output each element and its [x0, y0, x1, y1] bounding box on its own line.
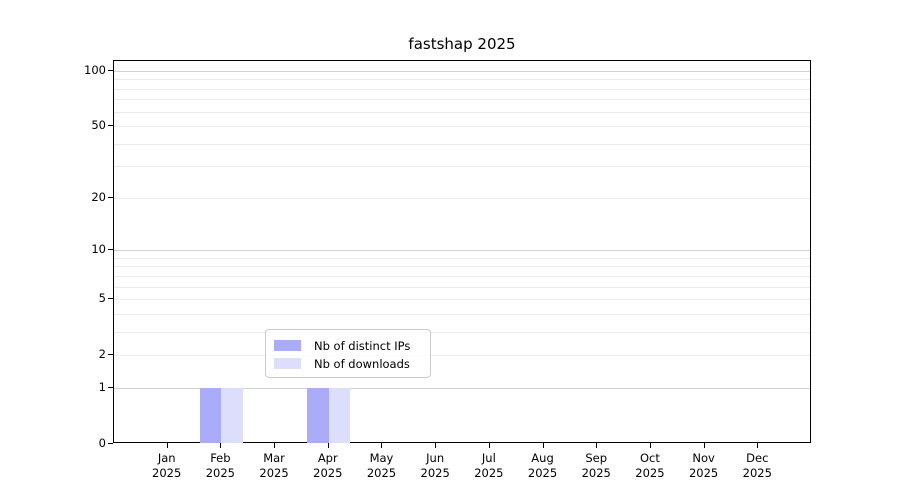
y-minor-gridline [114, 126, 810, 127]
y-minor-gridline [114, 144, 810, 145]
y-tick-label: 20 [40, 190, 106, 204]
y-major-gridline [114, 250, 810, 251]
y-tick-label: 10 [40, 242, 106, 256]
y-minor-gridline [114, 276, 810, 277]
x-tick-year: 2025 [623, 466, 677, 481]
y-minor-gridline [114, 299, 810, 300]
x-tick-mark [274, 443, 275, 448]
x-tick-year: 2025 [193, 466, 247, 481]
y-tick-mark [108, 197, 113, 198]
legend-label: Nb of downloads [314, 357, 410, 371]
x-tick-mark [220, 443, 221, 448]
x-tick-year: 2025 [516, 466, 570, 481]
bar-downloads [221, 388, 242, 443]
x-tick-month: May [354, 451, 408, 466]
x-tick-month: Nov [677, 451, 731, 466]
x-tick-label: Sep2025 [569, 451, 623, 481]
x-tick-year: 2025 [462, 466, 516, 481]
x-tick-label: Dec2025 [730, 451, 784, 481]
x-tick-mark [543, 443, 544, 448]
x-tick-month: Aug [516, 451, 570, 466]
y-tick-mark [108, 70, 113, 71]
x-tick-label: Jul2025 [462, 451, 516, 481]
y-minor-gridline [114, 266, 810, 267]
x-tick-month: Jun [408, 451, 462, 466]
x-tick-label: Apr2025 [301, 451, 355, 481]
y-minor-gridline [114, 79, 810, 80]
x-tick-month: Mar [247, 451, 301, 466]
y-major-gridline [114, 71, 810, 72]
y-tick-mark [108, 387, 113, 388]
legend-swatch [274, 340, 301, 351]
x-tick-label: Mar2025 [247, 451, 301, 481]
bar-distinct-ips [200, 388, 221, 443]
x-tick-label: Aug2025 [516, 451, 570, 481]
y-minor-gridline [114, 99, 810, 100]
x-tick-year: 2025 [730, 466, 784, 481]
x-tick-month: Feb [193, 451, 247, 466]
x-tick-label: Feb2025 [193, 451, 247, 481]
y-minor-gridline [114, 332, 810, 333]
x-tick-label: Jan2025 [140, 451, 194, 481]
x-tick-mark [381, 443, 382, 448]
y-minor-gridline [114, 355, 810, 356]
x-tick-year: 2025 [569, 466, 623, 481]
chart-title: fastshap 2025 [113, 35, 811, 55]
legend-label: Nb of distinct IPs [314, 339, 410, 353]
legend-swatch [274, 358, 301, 369]
x-tick-year: 2025 [301, 466, 355, 481]
x-tick-label: Jun2025 [408, 451, 462, 481]
x-tick-year: 2025 [354, 466, 408, 481]
x-tick-mark [650, 443, 651, 448]
x-tick-mark [435, 443, 436, 448]
x-tick-year: 2025 [677, 466, 731, 481]
legend-entry: Nb of distinct IPs [274, 337, 420, 354]
bar-distinct-ips [307, 388, 328, 443]
y-tick-label: 2 [40, 347, 106, 361]
y-minor-gridline [114, 112, 810, 113]
x-tick-month: Apr [301, 451, 355, 466]
x-tick-label: Oct2025 [623, 451, 677, 481]
y-minor-gridline [114, 166, 810, 167]
x-tick-year: 2025 [247, 466, 301, 481]
x-tick-month: Jul [462, 451, 516, 466]
x-tick-mark [757, 443, 758, 448]
x-tick-mark [167, 443, 168, 448]
y-tick-mark [108, 443, 113, 444]
plot-area [113, 60, 811, 443]
legend: Nb of distinct IPs Nb of downloads [265, 329, 431, 378]
x-tick-label: May2025 [354, 451, 408, 481]
x-tick-mark [328, 443, 329, 448]
x-tick-year: 2025 [408, 466, 462, 481]
y-tick-mark [108, 298, 113, 299]
y-tick-label: 0 [40, 436, 106, 450]
x-tick-month: Jan [140, 451, 194, 466]
y-tick-mark [108, 125, 113, 126]
figure: fastshap 2025 0125102050100Jan2025Feb202… [0, 0, 900, 500]
legend-entry: Nb of downloads [274, 355, 420, 372]
x-tick-mark [596, 443, 597, 448]
y-tick-label: 1 [40, 380, 106, 394]
y-minor-gridline [114, 314, 810, 315]
x-tick-month: Dec [730, 451, 784, 466]
y-tick-label: 100 [40, 63, 106, 77]
x-tick-month: Sep [569, 451, 623, 466]
y-minor-gridline [114, 287, 810, 288]
x-tick-mark [489, 443, 490, 448]
y-tick-label: 5 [40, 291, 106, 305]
y-tick-mark [108, 354, 113, 355]
x-tick-month: Oct [623, 451, 677, 466]
bar-downloads [329, 388, 350, 443]
y-tick-label: 50 [40, 118, 106, 132]
x-tick-label: Nov2025 [677, 451, 731, 481]
y-tick-mark [108, 249, 113, 250]
x-tick-mark [704, 443, 705, 448]
y-minor-gridline [114, 198, 810, 199]
y-minor-gridline [114, 89, 810, 90]
x-tick-year: 2025 [140, 466, 194, 481]
y-minor-gridline [114, 258, 810, 259]
